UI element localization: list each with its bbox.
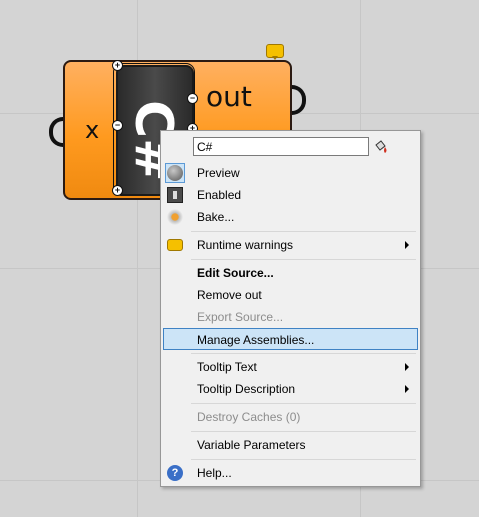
menu-separator — [191, 431, 416, 432]
menu-item-label: Edit Source... — [197, 266, 274, 280]
menu-item-export-source: Export Source... — [163, 306, 418, 328]
output-param-out[interactable]: out — [206, 80, 252, 113]
menu-item-label: Preview — [197, 166, 240, 180]
menu-item-label: Bake... — [197, 210, 235, 224]
help-icon: ? — [167, 465, 183, 481]
warning-icon — [167, 239, 183, 251]
preview-icon — [167, 165, 183, 181]
menu-item-label: Variable Parameters — [197, 438, 306, 452]
menu-item-remove-out[interactable]: Remove out — [163, 284, 418, 306]
submenu-arrow-icon — [405, 363, 409, 371]
menu-item-destroy-caches: Destroy Caches (0) — [163, 406, 418, 428]
warning-balloon-icon[interactable] — [266, 44, 284, 60]
input-param-x[interactable]: x — [85, 116, 99, 144]
menu-item-tooltip-description[interactable]: Tooltip Description — [163, 378, 418, 400]
menu-item-label: Manage Assemblies... — [197, 333, 315, 347]
menu-item-label: Tooltip Description — [197, 382, 296, 396]
menu-item-runtime-warnings[interactable]: Runtime warnings — [163, 234, 418, 256]
menu-item-edit-source[interactable]: Edit Source... — [163, 262, 418, 284]
menu-item-help[interactable]: ? Help... — [163, 462, 418, 484]
remove-input-minus-icon[interactable]: − — [112, 120, 123, 131]
enabled-icon — [167, 187, 183, 203]
add-input-plus-icon[interactable]: + — [112, 60, 123, 71]
remove-output-minus-icon[interactable]: − — [187, 93, 198, 104]
menu-item-label: Destroy Caches (0) — [197, 410, 301, 424]
menu-item-label: Help... — [197, 466, 232, 480]
menu-item-tooltip-text[interactable]: Tooltip Text — [163, 356, 418, 378]
bake-icon — [167, 209, 183, 225]
menu-item-label: Enabled — [197, 188, 242, 202]
menu-item-enabled[interactable]: Enabled — [163, 184, 418, 206]
submenu-arrow-icon — [405, 241, 409, 249]
paint-bucket-icon[interactable] — [373, 139, 389, 155]
menu-separator — [191, 459, 416, 460]
menu-separator — [191, 353, 416, 354]
nickname-input[interactable] — [193, 137, 369, 156]
context-menu: Preview Enabled Bake... Runtime warnings… — [160, 130, 421, 487]
menu-item-preview[interactable]: Preview — [163, 162, 418, 184]
add-input-plus-icon[interactable]: + — [112, 185, 123, 196]
menu-item-manage-assemblies[interactable]: Manage Assemblies... — [163, 328, 418, 350]
menu-item-label: Export Source... — [197, 310, 284, 324]
submenu-arrow-icon — [405, 385, 409, 393]
menu-separator — [191, 231, 416, 232]
menu-item-label: Remove out — [197, 288, 262, 302]
menu-item-variable-parameters[interactable]: Variable Parameters — [163, 434, 418, 456]
menu-separator — [191, 403, 416, 404]
menu-item-bake[interactable]: Bake... — [163, 206, 418, 228]
menu-item-label: Runtime warnings — [197, 238, 294, 252]
menu-item-label: Tooltip Text — [197, 360, 257, 374]
menu-separator — [191, 259, 416, 260]
